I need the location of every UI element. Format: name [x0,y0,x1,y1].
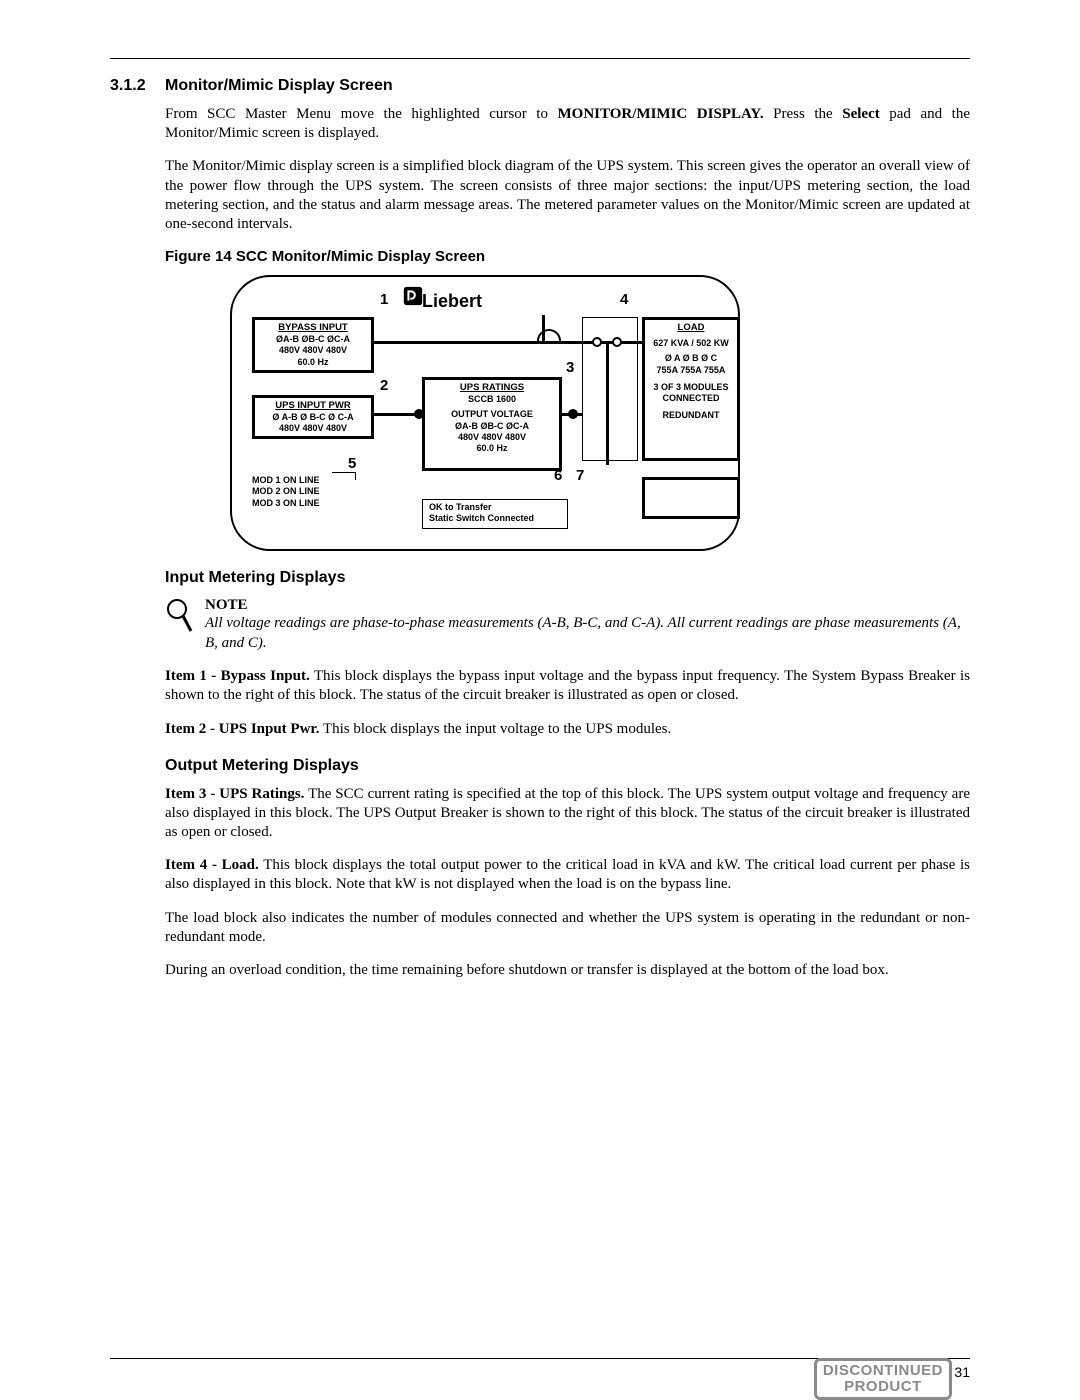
figure-caption: Figure 14 SCC Monitor/Mimic Display Scre… [165,248,970,265]
section-title: Monitor/Mimic Display Screen [165,77,393,94]
ups-ratings-box: UPS RATINGS SCCB 1600 OUTPUT VOLTAGE ØA-… [422,377,562,471]
intro-para-1: From SCC Master Menu move the highlighte… [110,105,970,143]
status-box: OK to Transfer Static Switch Connected [422,499,568,529]
callout-2: 2 [380,377,388,394]
node-icon [568,409,578,419]
page-number: 31 [954,1364,970,1380]
top-rule [110,58,970,59]
note-text: NOTE All voltage readings are phase-to-p… [205,597,970,653]
section-heading: 3.1.2Monitor/Mimic Display Screen [110,77,970,95]
sub-heading-output: Output Metering Displays [165,757,970,775]
section-number: 3.1.2 [110,77,165,95]
diagram-wrap: Liebert 1 2 3 4 5 6 7 [230,275,970,551]
note-title: NOTE [205,597,970,614]
para-6: During an overload condition, the time r… [165,961,970,980]
item-2: Item 2 - UPS Input Pwr. This block displ… [165,720,970,739]
leader [355,472,356,480]
callout-1: 1 [380,291,388,308]
liebert-logo-icon [402,285,424,307]
callout-4: 4 [620,291,628,308]
load-box: LOAD 627 KVA / 502 KW Ø A Ø B Ø C 755A 7… [642,317,740,461]
note-block: NOTE All voltage readings are phase-to-p… [165,597,970,653]
magnifier-icon [165,597,193,637]
item-3: Item 3 - UPS Ratings. The SCC current ra… [165,785,970,843]
footer: DISCONTINUED PRODUCT 31 [110,1358,970,1359]
callout-7: 7 [576,467,584,484]
diagram-brand: Liebert [422,291,482,312]
bypass-input-box: BYPASS INPUT ØA-B ØB-C ØC-A 480V 480V 48… [252,317,374,373]
module-status: MOD 1 ON LINE MOD 2 ON LINE MOD 3 ON LIN… [252,475,320,509]
note-body: All voltage readings are phase-to-phase … [205,614,970,653]
page: 3.1.2Monitor/Mimic Display Screen From S… [0,0,1080,1397]
callout-3: 3 [566,359,574,376]
bypass-breaker-icon [536,321,554,337]
leader [332,472,356,473]
intro-para-2: The Monitor/Mimic display screen is a si… [110,157,970,234]
sub-heading-input: Input Metering Displays [165,569,970,587]
static-switch-box [582,317,638,461]
empty-box [642,477,740,519]
ups-input-box: UPS INPUT PWR Ø A-B Ø B-C Ø C-A 480V 480… [252,395,374,439]
item-1: Item 1 - Bypass Input. This block displa… [165,667,970,705]
discontinued-stamp: DISCONTINUED PRODUCT [814,1358,952,1400]
item-4: Item 4 - Load. This block displays the t… [165,856,970,894]
para-5: The load block also indicates the number… [165,909,970,947]
callout-5: 5 [348,455,356,472]
mimic-diagram: Liebert 1 2 3 4 5 6 7 [230,275,740,551]
